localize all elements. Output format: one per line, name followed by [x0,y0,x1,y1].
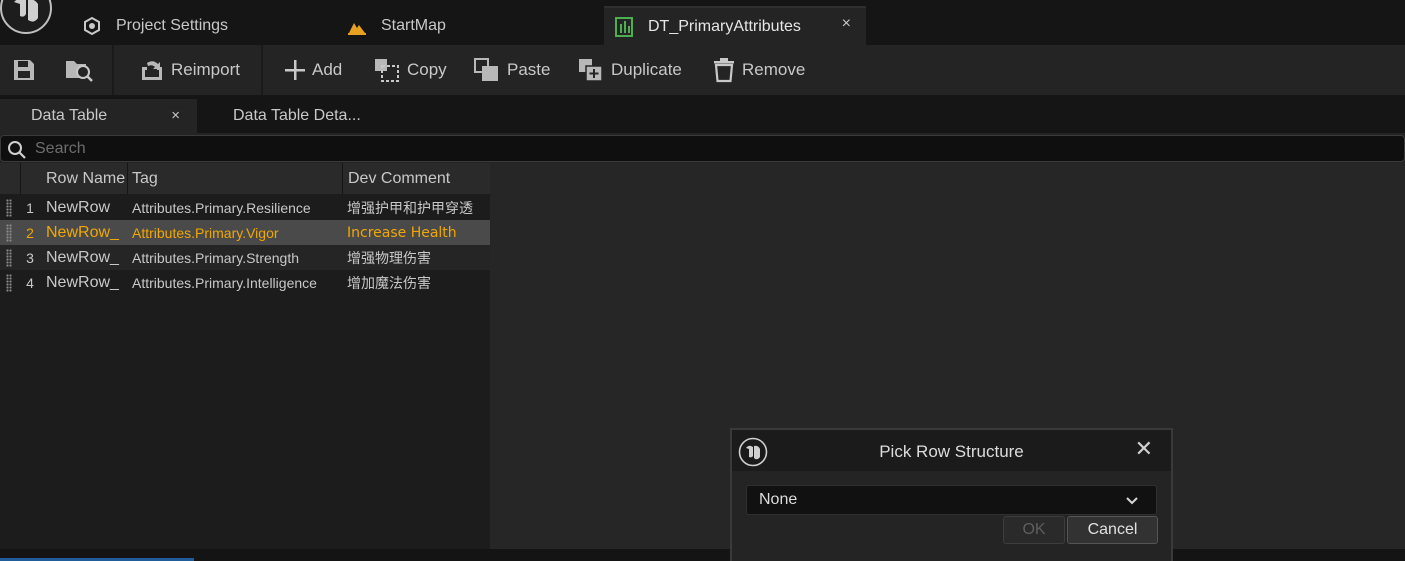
column-divider[interactable] [342,163,343,194]
column-header-row-name[interactable]: Row Name [46,163,126,194]
close-icon[interactable]: ✕ [1135,436,1153,462]
drag-handle-icon[interactable] [6,224,12,242]
drag-handle-icon[interactable] [6,249,12,267]
level-map-icon [347,16,367,36]
tag-cell: Attributes.Primary.Intelligence [132,274,317,291]
unreal-logo-icon[interactable] [0,0,54,36]
tab-data-table-details[interactable]: Data Table Deta... [233,99,361,133]
copy-button[interactable]: Copy [373,45,447,95]
tag-cell: Attributes.Primary.Resilience [132,199,311,216]
duplicate-label: Duplicate [611,60,682,79]
row-name-cell: NewRow_ [46,248,119,266]
tab-label: Project Settings [116,16,229,34]
add-row-button[interactable]: Add [284,45,342,95]
row-index: 2 [26,224,34,241]
status-strip [0,549,1405,561]
toolbar-divider [261,45,263,95]
row-index: 1 [26,199,34,216]
paste-label: Paste [507,60,551,79]
reimport-label: Reimport [171,60,240,79]
browse-folder-icon [66,61,93,82]
tab-label: Data Table Deta... [233,107,361,124]
toolbar: Reimport Add Copy Paste Duplicate Remove [0,45,1405,95]
row-name-cell: NewRow_ [46,273,119,291]
plus-icon [285,60,305,80]
tab-dt-primary-attributes[interactable]: DT_PrimaryAttributes × [604,6,866,45]
reimport-icon [142,61,162,80]
table-header: Row Name Tag Dev Comment [0,163,490,194]
column-divider[interactable] [127,163,128,194]
search-icon [8,141,26,159]
tab-label: Data Table [31,107,108,124]
pick-row-structure-dialog: Pick Row Structure ✕ None OK Cancel [730,428,1173,561]
settings-icon [82,16,102,36]
save-icon [14,60,34,80]
tab-label: StartMap [381,16,446,34]
search-placeholder: Search [35,139,86,157]
column-divider[interactable] [20,163,21,194]
dialog-title: Pick Row Structure [879,442,1024,461]
duplicate-button[interactable]: Duplicate [577,45,682,95]
remove-button[interactable]: Remove [712,45,805,95]
add-label: Add [312,60,343,79]
ok-button[interactable]: OK [1003,516,1065,544]
close-tab-icon[interactable]: × [842,15,851,33]
paste-icon [474,58,498,81]
copy-label: Copy [407,60,447,79]
selected-structure-value: None [759,491,798,508]
dev-comment-cell: 增强物理伤害 [347,250,431,267]
drag-handle-icon[interactable] [6,199,12,217]
remove-label: Remove [742,60,806,79]
dev-comment-cell: Increase Health [347,224,457,241]
table-row[interactable]: 4 NewRow_ Attributes.Primary.Intelligenc… [0,270,490,295]
row-name-cell: NewRow [46,198,111,216]
search-bar: Search [0,133,1405,163]
reimport-button[interactable]: Reimport [139,45,240,95]
tab-startmap[interactable]: StartMap [347,6,446,45]
row-index: 4 [26,274,34,291]
dev-comment-cell: 增强护甲和护甲穿透 [347,200,473,217]
data-table-grid: Row Name Tag Dev Comment 1 NewRow Attrib… [0,163,490,549]
tab-label: DT_PrimaryAttributes [648,17,801,35]
close-tab-icon[interactable]: × [171,107,180,124]
browse-button[interactable] [64,45,100,95]
column-header-dev-comment[interactable]: Dev Comment [348,163,488,194]
cancel-button[interactable]: Cancel [1067,516,1158,544]
dialog-titlebar[interactable]: Pick Row Structure ✕ [732,430,1171,471]
row-name-cell: NewRow_ [46,223,119,241]
copy-icon [375,59,399,82]
row-structure-dropdown[interactable]: None [746,485,1157,515]
dev-comment-cell: 增加魔法伤害 [347,275,431,292]
toolbar-divider [112,45,114,95]
tab-project-settings[interactable]: Project Settings [82,6,228,45]
drag-handle-icon[interactable] [6,274,12,292]
tag-cell: Attributes.Primary.Vigor [132,224,279,241]
tab-data-table[interactable]: Data Table × [0,99,197,133]
column-header-tag[interactable]: Tag [132,163,340,194]
save-button[interactable] [12,45,42,95]
chevron-down-icon [1126,497,1138,505]
search-input[interactable]: Search [0,135,1405,162]
title-bar: Project Settings StartMap DT_PrimaryAttr… [0,0,1405,45]
table-row[interactable]: 1 NewRow Attributes.Primary.Resilience 增… [0,195,490,220]
row-index: 3 [26,249,34,266]
table-row[interactable]: 3 NewRow_ Attributes.Primary.Strength 增强… [0,245,490,270]
table-row-selected[interactable]: 2 NewRow_ Attributes.Primary.Vigor Incre… [0,220,490,245]
trash-icon [714,58,734,83]
panel-tab-bar: Data Table × Data Table Deta... [0,95,1405,133]
tag-cell: Attributes.Primary.Strength [132,249,300,266]
paste-button[interactable]: Paste [473,45,550,95]
duplicate-icon [579,59,603,82]
data-table-icon [614,16,634,37]
